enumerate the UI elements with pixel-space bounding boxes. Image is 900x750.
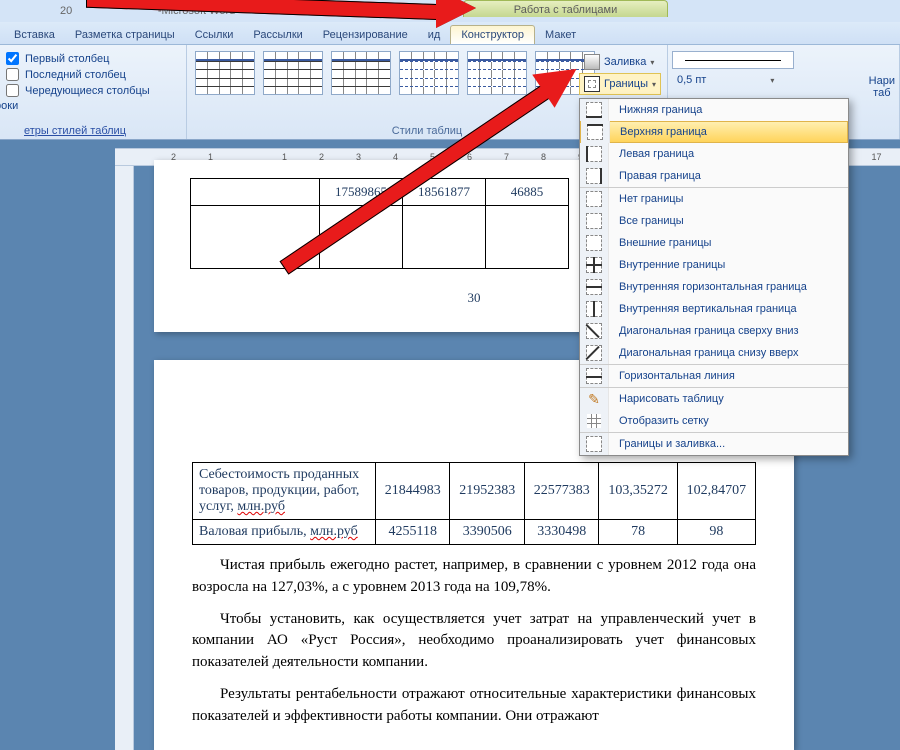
link-style-params[interactable]: етры стилей таблиц bbox=[24, 125, 126, 137]
menu-item-label: Границы и заливка... bbox=[619, 438, 725, 450]
chk-banded-columns[interactable]: Чередующиеся столбцы bbox=[6, 84, 180, 97]
title-prefix: 20 bbox=[60, 5, 72, 17]
menu-item-label: Внутренняя горизонтальная граница bbox=[619, 281, 807, 293]
table-row[interactable]: Валовая прибыль, млн.руб 425511833905063… bbox=[193, 520, 756, 545]
border-icon: ✎ bbox=[580, 388, 609, 410]
menu-item-label: Внешние границы bbox=[619, 237, 711, 249]
menu-item-label: Диагональная граница сверху вниз bbox=[619, 325, 799, 337]
fill-dropdown[interactable]: Заливка▾ bbox=[579, 51, 661, 73]
menu-item-12[interactable]: Горизонтальная линия bbox=[580, 364, 848, 387]
border-icon bbox=[580, 342, 609, 364]
table-style-3[interactable] bbox=[399, 51, 459, 95]
menu-item-13[interactable]: ✎ Нарисовать таблицу bbox=[580, 387, 848, 410]
menu-item-label: Нет границы bbox=[619, 193, 683, 205]
fill-icon bbox=[584, 54, 600, 70]
menu-item-label: Горизонтальная линия bbox=[619, 370, 735, 382]
menu-item-label: Диагональная граница снизу вверх bbox=[619, 347, 798, 359]
menu-item-8[interactable]: Внутренняя горизонтальная граница bbox=[580, 276, 848, 298]
border-icon bbox=[580, 365, 609, 387]
menu-item-label: Нижняя граница bbox=[619, 104, 702, 116]
menu-item-label: Отобразить сетку bbox=[619, 415, 709, 427]
menu-item-label: Внутренние границы bbox=[619, 259, 725, 271]
borders-menu: Нижняя граница Верхняя граница Левая грани… bbox=[579, 98, 849, 456]
border-icon bbox=[580, 320, 609, 342]
vertical-ruler bbox=[115, 148, 134, 750]
table-style-2[interactable] bbox=[331, 51, 391, 95]
menu-item-2[interactable]: Левая граница bbox=[580, 143, 848, 165]
border-icon bbox=[580, 232, 609, 254]
tab-макет[interactable]: Макет bbox=[535, 26, 586, 44]
tab-вставка[interactable]: Вставка bbox=[4, 26, 65, 44]
paragraph[interactable]: Чтобы установить, как осуществляется уче… bbox=[192, 609, 756, 674]
border-icon bbox=[580, 254, 609, 276]
border-icon bbox=[580, 165, 609, 187]
menu-item-5[interactable]: Все границы bbox=[580, 210, 848, 232]
menu-item-7[interactable]: Внутренние границы bbox=[580, 254, 848, 276]
menu-item-14[interactable]: Отобразить сетку bbox=[580, 410, 848, 432]
menu-item-9[interactable]: Внутренняя вертикальная граница bbox=[580, 298, 848, 320]
chk-first-column[interactable]: Первый столбец bbox=[6, 52, 180, 65]
menu-item-6[interactable]: Внешние границы bbox=[580, 232, 848, 254]
label-rows: троки bbox=[0, 100, 180, 112]
tab-ссылки[interactable]: Ссылки bbox=[185, 26, 244, 44]
menu-item-4[interactable]: Нет границы bbox=[580, 187, 848, 210]
table-tools-context: Работа с таблицами bbox=[463, 0, 668, 17]
menu-item-label: Правая граница bbox=[619, 170, 701, 182]
menu-item-0[interactable]: Нижняя граница bbox=[580, 99, 848, 121]
borders-dropdown[interactable]: Границы▾ bbox=[579, 73, 661, 95]
menu-item-1[interactable]: Верхняя граница bbox=[580, 121, 848, 143]
menu-item-label: Внутренняя вертикальная граница bbox=[619, 303, 797, 315]
menu-item-15[interactable]: Границы и заливка... bbox=[580, 432, 848, 455]
menu-item-10[interactable]: Диагональная граница сверху вниз bbox=[580, 320, 848, 342]
menu-item-label: Все границы bbox=[619, 215, 684, 227]
border-icon bbox=[580, 433, 609, 455]
tab-разметка-страницы[interactable]: Разметка страницы bbox=[65, 26, 185, 44]
border-icon bbox=[581, 121, 610, 143]
border-icon bbox=[580, 298, 609, 320]
tab--ид[interactable]: ид bbox=[418, 26, 451, 44]
paragraph[interactable]: Чистая прибыль ежегодно растет, например… bbox=[192, 555, 756, 599]
menu-item-3[interactable]: Правая граница bbox=[580, 165, 848, 187]
line-style-select[interactable] bbox=[672, 51, 794, 69]
body-table[interactable]: Себестоимость проданных товаров, продукц… bbox=[192, 462, 756, 545]
table-style-1[interactable] bbox=[263, 51, 323, 95]
table-style-0[interactable] bbox=[195, 51, 255, 95]
border-icon bbox=[580, 276, 609, 298]
menu-item-11[interactable]: Диагональная граница снизу вверх bbox=[580, 342, 848, 364]
menu-item-label: Верхняя граница bbox=[620, 126, 707, 138]
border-icon bbox=[580, 143, 609, 165]
border-icon bbox=[580, 210, 609, 232]
table-row[interactable]: Себестоимость проданных товаров, продукц… bbox=[193, 463, 756, 520]
ribbon-group-options: Первый столбец Последний столбец Чередую… bbox=[0, 45, 187, 139]
border-icon bbox=[580, 410, 609, 432]
chk-last-column[interactable]: Последний столбец bbox=[6, 68, 180, 81]
border-icon bbox=[580, 188, 609, 210]
menu-item-label: Нарисовать таблицу bbox=[619, 393, 724, 405]
paragraph[interactable]: Результаты рентабельности отражают относ… bbox=[192, 684, 756, 728]
border-icon bbox=[580, 99, 609, 121]
draw-table-btn[interactable]: Наритаб bbox=[869, 75, 895, 99]
table-style-4[interactable] bbox=[467, 51, 527, 95]
menu-item-label: Левая граница bbox=[619, 148, 694, 160]
tab-рецензирование[interactable]: Рецензирование bbox=[313, 26, 418, 44]
tab-рассылки[interactable]: Рассылки bbox=[243, 26, 312, 44]
line-weight-select[interactable]: 0,5 пт▾ bbox=[672, 71, 899, 89]
top-table[interactable]: 1758986518561877 46885 bbox=[190, 178, 569, 269]
